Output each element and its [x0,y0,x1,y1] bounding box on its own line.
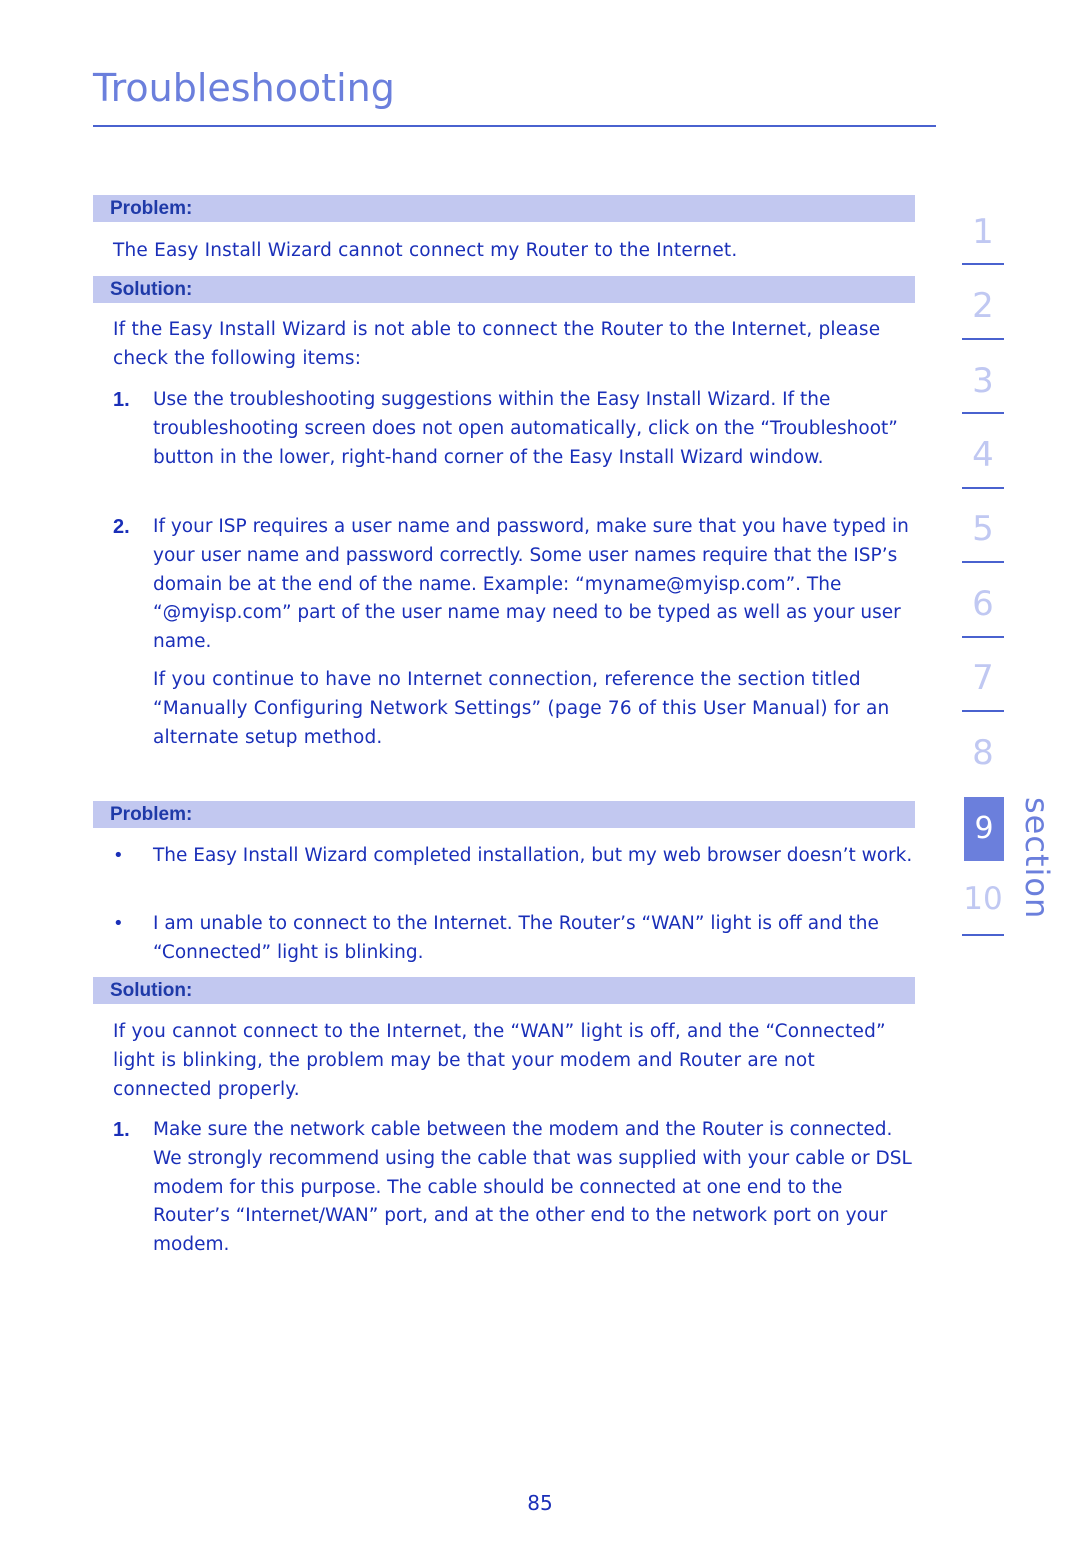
followup-note: If you continue to have no Internet conn… [153,669,890,748]
section-nav-item-7[interactable]: 7 [962,658,1004,698]
section-nav-item-4[interactable]: 4 [962,435,1004,475]
solution-header-2: Solution: [93,977,915,1004]
problem-text: The Easy Install Wizard completed instal… [153,845,913,866]
step-number: 1. [113,389,130,411]
bullet-icon: • [113,845,124,866]
problem-text-1: The Easy Install Wizard cannot connect m… [113,240,738,261]
section-nav-item-3[interactable]: 3 [962,361,1004,401]
section-nav-divider [962,487,1004,489]
section-nav-divider [962,636,1004,638]
problem-label: Problem: [110,804,193,825]
section-nav-item-active[interactable]: 9 [964,797,1004,861]
section-nav-divider [962,561,1004,563]
step-text: If your ISP requires a user name and pas… [153,516,909,653]
solution-intro-1: If the Easy Install Wizard is not able t… [113,319,881,369]
section-nav-divider [962,710,1004,712]
problem-header-1: Problem: [93,195,915,222]
section-nav-item-6[interactable]: 6 [962,584,1004,624]
section-nav-divider [962,263,1004,265]
step-number: 2. [113,516,130,538]
section-label: section [1018,797,1056,920]
problem-text: I am unable to connect to the Internet. … [153,913,879,963]
solution-label: Solution: [110,279,193,300]
solution-header-1: Solution: [93,276,915,303]
section-nav-item-10[interactable]: 10 [962,881,1004,917]
problem-header-2: Problem: [93,801,915,828]
section-nav-item-2[interactable]: 2 [962,286,1004,326]
step-number: 1. [113,1119,130,1141]
solution-intro-2: If you cannot connect to the Internet, t… [113,1021,886,1100]
bullet-icon: • [113,913,124,934]
step-text: Make sure the network cable between the … [153,1119,912,1256]
section-nav-divider [962,412,1004,414]
section-nav-item-8[interactable]: 8 [962,733,1004,773]
page-title: Troubleshooting [93,66,395,110]
section-nav-item-5[interactable]: 5 [962,509,1004,549]
section-nav-divider [962,934,1004,936]
solution-label: Solution: [110,980,193,1001]
section-nav-item-1[interactable]: 1 [962,212,1004,252]
problem-label: Problem: [110,198,193,219]
step-text: Use the troubleshooting suggestions with… [153,389,898,468]
section-nav-divider [962,338,1004,340]
page-number: 85 [527,1491,553,1515]
title-divider [93,125,936,127]
